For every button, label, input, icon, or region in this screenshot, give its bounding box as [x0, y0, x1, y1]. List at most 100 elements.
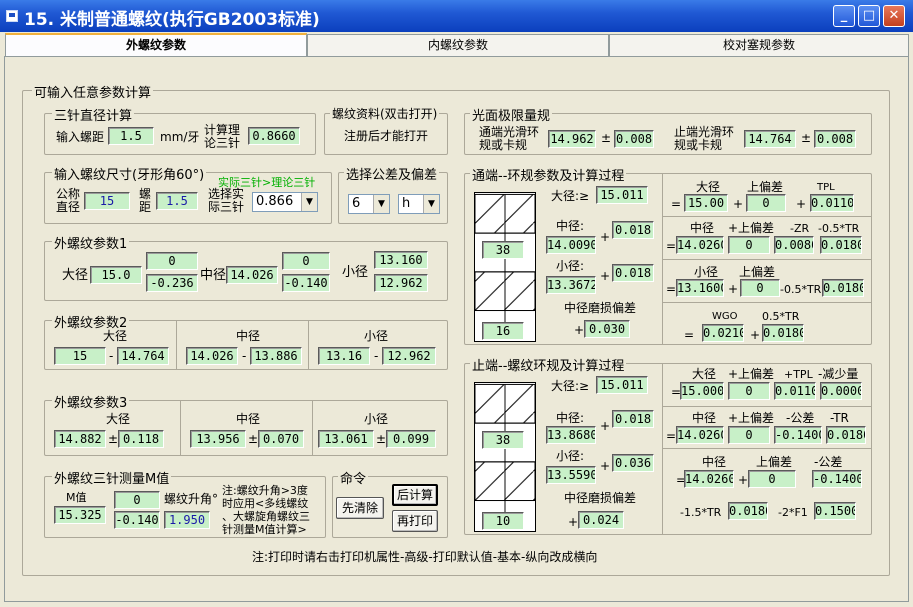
nogo-ring-box-top: 38 — [482, 431, 524, 449]
go-r3-eq: = — [666, 282, 677, 296]
go-minor-add: 0.018 — [612, 264, 654, 282]
m-value-label: M值 — [66, 491, 87, 504]
ext2-minor-label: 小径 — [364, 329, 389, 343]
ext1-major-upper: 0 — [146, 252, 198, 270]
tolerance-grade-value: 6 — [352, 196, 361, 211]
ext3-major-pm: ± — [108, 432, 119, 446]
ext3-pitch-tol: 0.070 — [258, 430, 304, 448]
ext3-major-tol: 0.118 — [118, 430, 164, 448]
go-r2-h3: -ZR — [790, 222, 810, 235]
ext3-minor-tol: 0.099 — [386, 430, 436, 448]
nogo-r3-l5: -2*F1 — [778, 506, 808, 519]
maximize-button[interactable]: □ — [858, 5, 880, 27]
nogo-r3-v3: -0.1400 — [812, 470, 862, 488]
go-r3-h2: 上偏差 — [739, 265, 776, 279]
nogo-r3-l4: -1.5*TR — [680, 506, 722, 519]
go-pitch: 14.0090 — [546, 236, 596, 254]
nogo-minor-add: 0.036 — [612, 454, 654, 472]
ext2-major-label: 大径 — [103, 329, 128, 343]
ext3-pitch: 13.956 — [190, 430, 246, 448]
clear-button[interactable]: 先清除 — [336, 497, 384, 519]
print-button[interactable]: 再打印 — [392, 510, 438, 532]
three-wire-title: 三针直径计算 — [52, 105, 135, 124]
nogo-ring-title: 止端--螺纹环规及计算过程 — [470, 355, 627, 374]
plain-gauge-title: 光面极限量规 — [470, 105, 553, 124]
m-note-line-3: 、大螺旋角螺纹三 — [222, 510, 310, 523]
go-r2-v4: 0.0180 — [820, 236, 862, 254]
nogo-r2-h1: 中径 — [692, 411, 717, 425]
ext1-minor-label: 小径 — [342, 265, 369, 280]
ext3-minor-pm: ± — [376, 432, 387, 446]
nogo-r3-v4: 0.0180 — [728, 502, 768, 520]
go-r4-h1: WGO — [712, 311, 738, 322]
nogo-r2-v2: 0 — [728, 426, 770, 444]
go-r1-h1: 大径 — [696, 180, 721, 194]
nogo-pitch-plus: + — [600, 419, 611, 433]
nogo-ring-divider — [662, 406, 872, 407]
nogo-gauge-label-2: 规或卡规 — [674, 138, 723, 152]
go-minor-label: 小径: — [556, 259, 585, 273]
go-r3-v3: 0.0180 — [822, 279, 864, 297]
go-gauge-label-2: 规或卡规 — [479, 138, 528, 152]
ext-params-1-title: 外螺纹参数1 — [52, 233, 130, 252]
nogo-wear-label: 中径磨损偏差 — [564, 491, 637, 505]
go-r3-plus: + — [728, 282, 739, 296]
nogo-wear-plus: + — [568, 515, 579, 529]
go-r1-h3: TPL — [817, 182, 835, 193]
nogo-r3-v5: 0.1500 — [814, 502, 856, 520]
nominal-diameter-input[interactable]: 15 — [84, 192, 130, 210]
command-title: 命令 — [338, 468, 369, 487]
footer-note: 注:打印时请右击打印机属性-高级-打印默认值-基本-纵向改成横向 — [252, 550, 598, 564]
go-r2-v3: 0.0080 — [774, 236, 814, 254]
go-r3-v1: 13.1600 — [676, 279, 724, 297]
nogo-r3-plus: + — [738, 473, 749, 487]
thread-info-title: 螺纹资料(双击打开) — [330, 105, 440, 122]
tolerance-position-select[interactable]: h ▼ — [398, 194, 440, 214]
size-title: 输入螺纹尺寸(牙形角60°) — [52, 164, 207, 183]
ext1-pitch: 14.026 — [226, 266, 278, 284]
chevron-down-icon[interactable]: ▼ — [373, 195, 389, 213]
thread-pitch-input[interactable]: 1.5 — [156, 192, 198, 210]
nogo-ring-divider — [662, 363, 663, 535]
chevron-down-icon[interactable]: ▼ — [423, 195, 439, 213]
nogo-ring-divider — [662, 448, 872, 449]
ext2-divider — [308, 320, 309, 370]
pitch-label: 输入螺距 — [56, 130, 105, 144]
ext2-major-a: 15 — [54, 347, 106, 365]
go-ring-title: 通端--环规参数及计算过程 — [470, 165, 627, 184]
wire-select[interactable]: 0.866 ▼ — [252, 192, 318, 212]
nogo-r1-h3: +TPL — [784, 368, 813, 381]
minimize-button[interactable]: _ — [833, 5, 855, 27]
pitch-input[interactable]: 1.5 — [108, 127, 154, 145]
go-r1-v2: 0 — [746, 194, 786, 212]
helix-angle-label: 螺纹升角° — [164, 492, 219, 506]
go-r1-plus: + — [796, 197, 807, 211]
tab-external-thread[interactable]: 外螺纹参数 — [5, 33, 307, 57]
go-r1-v3: 0.0110 — [810, 194, 854, 212]
ext3-minor: 13.061 — [318, 430, 374, 448]
wire-select-value: 0.866 — [256, 194, 294, 209]
nogo-r2-v4: 0.0180 — [826, 426, 866, 444]
tab-internal-thread[interactable]: 内螺纹参数 — [307, 34, 609, 56]
theory-wire-output: 0.8660 — [248, 127, 300, 145]
go-r1-h2: 上偏差 — [747, 180, 784, 194]
close-button[interactable]: ✕ — [883, 5, 905, 27]
go-wear: 0.030 — [584, 320, 630, 338]
ext1-pitch-lower: -0.140 — [282, 274, 330, 292]
tab-plug-gauge[interactable]: 校对塞规参数 — [609, 34, 909, 56]
m-note-line-4: 针测量M值计算> — [222, 523, 307, 536]
nogo-gauge: 14.764 — [744, 130, 796, 148]
ext3-pitch-pm: ± — [248, 432, 259, 446]
tolerance-grade-select[interactable]: 6 ▼ — [348, 194, 390, 214]
chevron-down-icon[interactable]: ▼ — [301, 193, 317, 211]
ext3-major: 14.882 — [54, 430, 106, 448]
nogo-r3-h3: -公差 — [814, 455, 843, 469]
ext2-minor-b: 12.962 — [382, 347, 436, 365]
calculate-button[interactable]: 后计算 — [392, 484, 438, 506]
ext1-major-label: 大径 — [62, 268, 89, 283]
go-r3-h1: 小径 — [694, 265, 719, 279]
nogo-r3-h2: 上偏差 — [756, 455, 793, 469]
go-r4-h2: 0.5*TR — [762, 310, 800, 323]
ext1-pitch-upper: 0 — [282, 252, 330, 270]
go-major-label: 大径:≥ — [551, 189, 590, 203]
